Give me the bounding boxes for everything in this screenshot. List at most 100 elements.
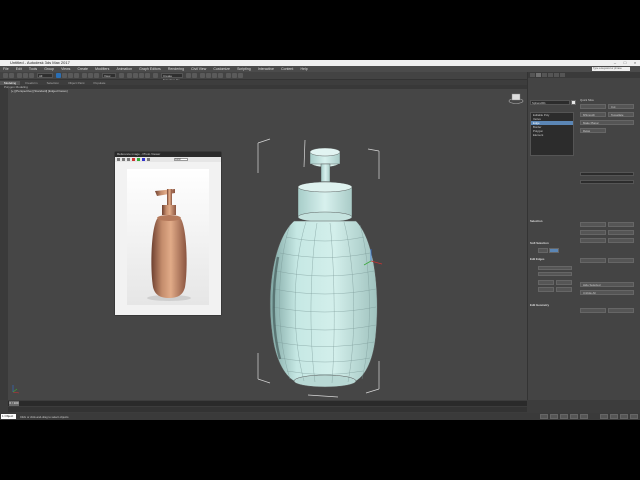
percent-snap-icon[interactable] [139, 73, 144, 78]
hide-selected-button[interactable]: Hide Selected [580, 282, 634, 287]
weld-threshold-field[interactable] [580, 172, 634, 176]
bind-icon[interactable] [29, 73, 34, 78]
layer-explorer-icon[interactable] [200, 73, 205, 78]
selection-filter-dropdown[interactable]: All [37, 73, 53, 78]
previous-frame-icon[interactable] [550, 414, 558, 419]
maxscript-listener[interactable]: 1 Object Selected [1, 414, 16, 420]
rectangle-selection-icon[interactable] [68, 73, 73, 78]
select-edge-button[interactable] [549, 248, 559, 253]
rgb-channel-icon[interactable] [127, 158, 130, 161]
search-input[interactable]: Type a keyword or phrase [592, 67, 630, 71]
orbit-icon[interactable] [610, 414, 618, 419]
rendered-frame-icon[interactable] [232, 73, 237, 78]
unlink-icon[interactable] [23, 73, 28, 78]
material-editor-icon[interactable] [218, 73, 223, 78]
reference-coordinate-dropdown[interactable]: View [102, 73, 116, 78]
render-setup-icon[interactable] [226, 73, 231, 78]
motion-tab-icon[interactable] [548, 73, 553, 77]
split-button[interactable] [608, 258, 634, 263]
channel-dropdown[interactable]: Color [174, 158, 188, 161]
copy-named-button[interactable] [580, 308, 606, 313]
stack-item-element[interactable]: Element [531, 133, 573, 137]
viewport-label[interactable]: [+] [Perspective] [Standard] [Edged Face… [11, 89, 67, 93]
select-by-name-icon[interactable] [62, 73, 67, 78]
rollout-edit-geometry[interactable]: Edit Geometry [530, 304, 576, 307]
curve-editor-icon[interactable] [206, 73, 211, 78]
named-selection-sets-dropdown[interactable]: Create Selection Se [161, 73, 183, 82]
time-slider[interactable]: 0 / 100 [8, 401, 527, 406]
unhide-all-button[interactable]: Unhide All [580, 290, 634, 295]
pan-icon[interactable] [620, 414, 628, 419]
select-object-icon[interactable] [56, 73, 61, 78]
render-icon[interactable] [238, 73, 243, 78]
move-icon[interactable] [82, 73, 87, 78]
select-vertex-button[interactable] [538, 248, 548, 253]
copy-icon[interactable] [122, 158, 125, 161]
time-slider-thumb[interactable]: 0 / 100 [9, 401, 19, 406]
undo-icon[interactable] [3, 73, 8, 78]
chamfer-button[interactable] [580, 230, 606, 235]
go-to-end-icon[interactable] [580, 414, 588, 419]
schematic-view-icon[interactable] [212, 73, 217, 78]
rotate-icon[interactable] [88, 73, 93, 78]
tessellate-button[interactable]: Tessellate [608, 112, 634, 117]
by-vertex-checkbox[interactable] [538, 266, 572, 270]
relax-button[interactable]: Relax [580, 128, 606, 133]
ignore-backfacing-checkbox[interactable] [538, 272, 572, 276]
align-icon[interactable] [192, 73, 197, 78]
view-cube-icon[interactable] [508, 93, 524, 104]
object-name-field[interactable]: Sphere001 [530, 100, 570, 105]
go-to-start-icon[interactable] [540, 414, 548, 419]
reference-image-window[interactable]: Reference image - Photo Viewer Color [115, 152, 221, 315]
chamfer-amount-field[interactable] [580, 180, 634, 184]
pivot-icon[interactable] [119, 73, 124, 78]
msmooth-button[interactable]: MSmooth [580, 112, 606, 117]
window-crossing-icon[interactable] [74, 73, 79, 78]
alpha-channel-icon[interactable] [147, 158, 150, 161]
modify-tab-icon[interactable] [536, 73, 541, 77]
remove-button[interactable] [580, 258, 606, 263]
bottom-bar: 0 / 100 1 Object Selected Click or click… [0, 400, 640, 420]
hierarchy-tab-icon[interactable] [542, 73, 547, 77]
play-icon[interactable] [560, 414, 568, 419]
red-channel-icon[interactable] [132, 158, 135, 161]
extrude-button[interactable] [580, 222, 606, 227]
edit-named-sets-icon[interactable] [153, 73, 158, 78]
next-frame-icon[interactable] [570, 414, 578, 419]
snap-toggle-icon[interactable] [127, 73, 132, 78]
modifier-stack[interactable]: Editable Poly Vertex Edge Border Polygon… [530, 112, 574, 156]
redo-icon[interactable] [9, 73, 14, 78]
green-channel-icon[interactable] [137, 158, 140, 161]
utilities-tab-icon[interactable] [560, 73, 565, 77]
loop-button[interactable] [556, 287, 572, 292]
blue-channel-icon[interactable] [142, 158, 145, 161]
make-planar-button[interactable]: Make Planar [580, 120, 634, 125]
zoom-extents-icon[interactable] [600, 414, 608, 419]
rollout-edit-edges[interactable]: Edit Edges [530, 258, 576, 261]
bottle-model[interactable] [269, 147, 378, 388]
paste-named-button[interactable] [608, 308, 634, 313]
angle-snap-icon[interactable] [133, 73, 138, 78]
spinner-snap-icon[interactable] [145, 73, 150, 78]
weld-button[interactable] [608, 222, 634, 227]
ring-button[interactable] [538, 287, 554, 292]
object-color-swatch[interactable] [571, 100, 576, 105]
save-icon[interactable] [117, 158, 120, 161]
grow-button[interactable] [556, 280, 572, 285]
scale-icon[interactable] [94, 73, 99, 78]
rollout-selection[interactable]: Selection [530, 220, 576, 223]
cut-button[interactable]: Cut [608, 104, 634, 109]
quick-slice-button[interactable] [580, 104, 606, 109]
mirror-icon[interactable] [186, 73, 191, 78]
bridge-button[interactable] [580, 238, 606, 243]
rollout-soft-selection[interactable]: Soft Selection [530, 242, 576, 245]
link-icon[interactable] [17, 73, 22, 78]
target-weld-button[interactable] [608, 230, 634, 235]
perspective-viewport[interactable]: [+] [Perspective] [Standard] [Edged Face… [8, 89, 527, 400]
connect-button[interactable] [608, 238, 634, 243]
track-bar[interactable] [8, 407, 527, 412]
display-tab-icon[interactable] [554, 73, 559, 77]
shrink-button[interactable] [538, 280, 554, 285]
maximize-viewport-icon[interactable] [630, 414, 638, 419]
create-tab-icon[interactable] [530, 73, 535, 77]
